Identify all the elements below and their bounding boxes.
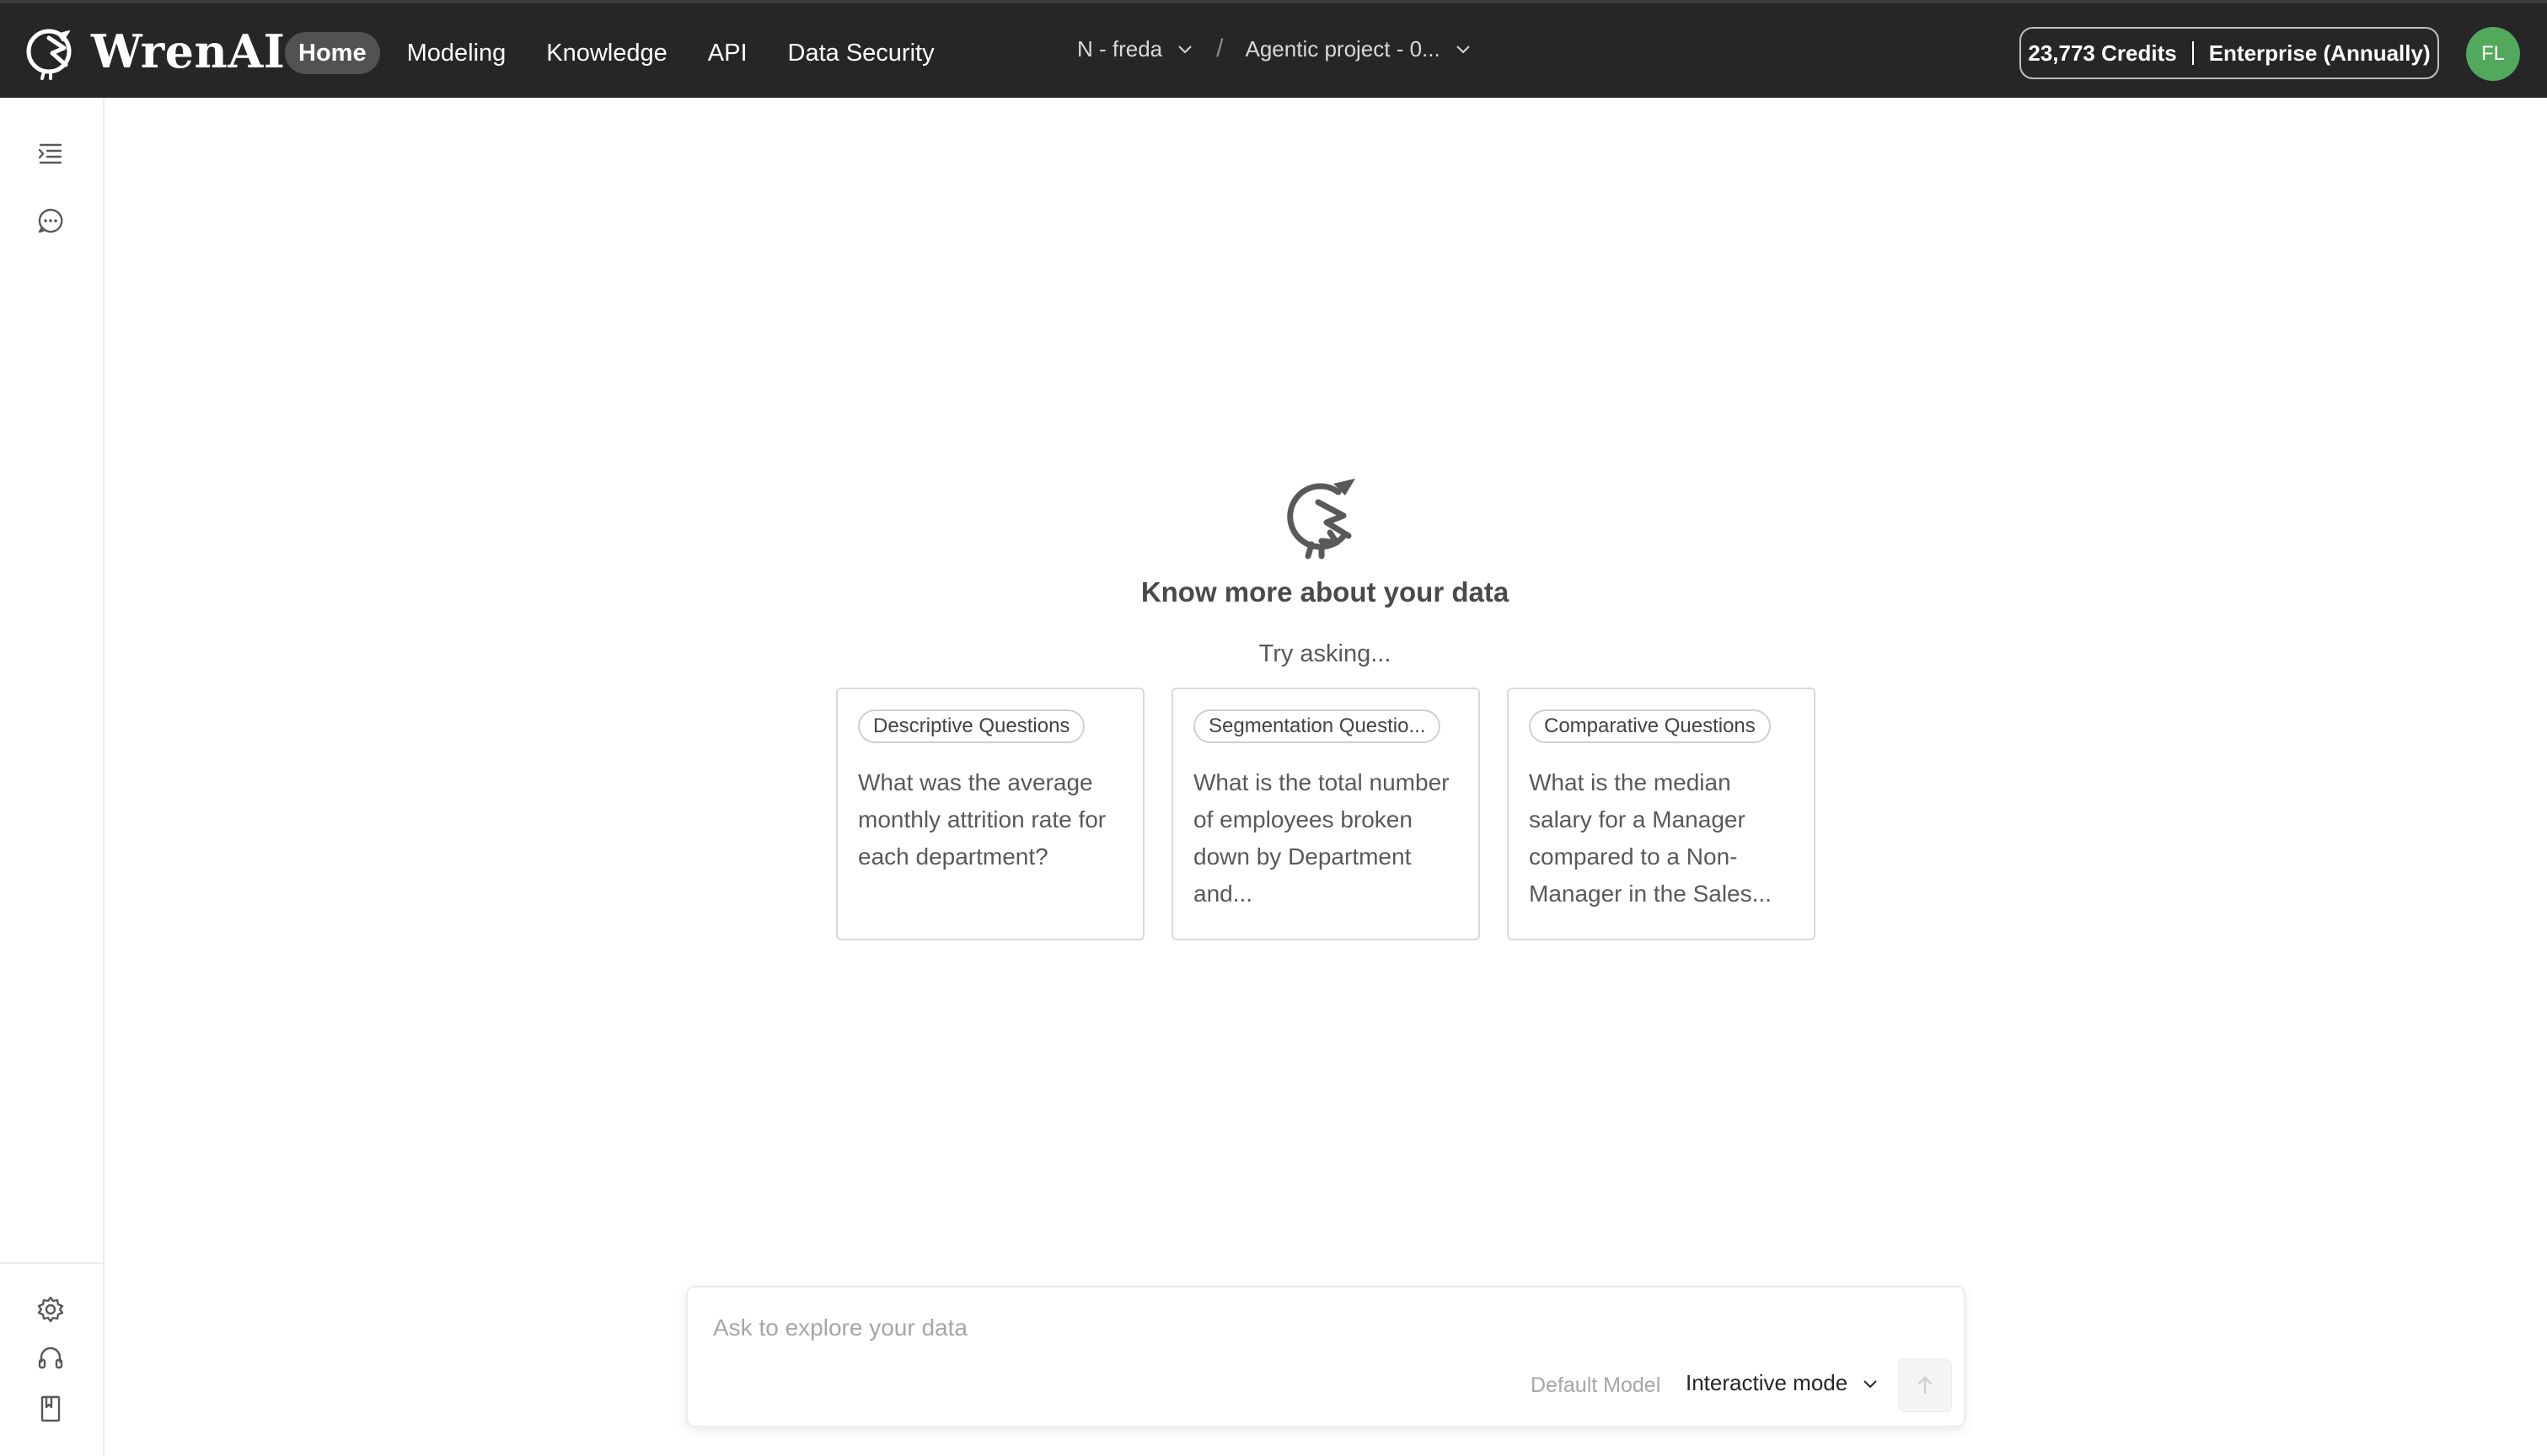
top-navbar: WrenAI Home Modeling Knowledge API Data … [0, 0, 2547, 98]
sidebar-divider [0, 1262, 103, 1264]
send-button[interactable] [1898, 1358, 1952, 1412]
chevron-down-icon [1178, 46, 1192, 54]
nav-home[interactable]: Home [285, 32, 380, 74]
brand-name: WrenAI [91, 24, 286, 78]
chevron-down-icon [1863, 1379, 1877, 1388]
user-avatar[interactable]: FL [2466, 27, 2520, 81]
wren-bird-icon [26, 29, 72, 80]
default-model-label[interactable]: Default Model [1531, 1373, 1660, 1398]
mode-selector[interactable]: Interactive mode [1686, 1370, 1879, 1396]
indent-list-icon[interactable] [35, 138, 66, 169]
left-sidebar [0, 98, 105, 1456]
breadcrumb: N - freda / Agentic project - 0... [1077, 35, 1472, 63]
credits-badge[interactable]: 23,773 Credits Enterprise (Annually) [2019, 27, 2439, 79]
suggestion-card-comparative[interactable]: Comparative Questions What is the median… [1507, 688, 1815, 940]
main-nav: Home Modeling Knowledge API Data Securit… [285, 32, 962, 74]
chat-bubble-icon[interactable] [35, 206, 66, 236]
empty-state-title: Know more about your data [1140, 576, 1509, 608]
arrow-up-icon [1917, 1376, 1933, 1394]
brand-logo[interactable]: WrenAI [24, 22, 285, 81]
workspace-selector[interactable]: N - freda [1077, 36, 1194, 62]
card-category-tag: Segmentation Questio... [1193, 709, 1441, 743]
card-question-text: What is the total number of employees br… [1193, 769, 1450, 907]
chevron-down-icon [1456, 46, 1470, 54]
card-question-text: What is the median salary for a Manager … [1529, 769, 1772, 907]
ask-panel: Default Model Interactive mode [686, 1286, 1965, 1427]
suggestion-card-segmentation[interactable]: Segmentation Questio... What is the tota… [1172, 688, 1480, 940]
card-question-text: What was the average monthly attrition r… [858, 769, 1107, 870]
ask-input[interactable] [713, 1309, 1893, 1346]
credits-divider [2191, 41, 2194, 65]
nav-api[interactable]: API [694, 32, 761, 74]
project-selector[interactable]: Agentic project - 0... [1246, 36, 1472, 62]
wren-bird-icon [1287, 479, 1355, 559]
suggestion-card-descriptive[interactable]: Descriptive Questions What was the avera… [836, 688, 1145, 940]
plan-label: Enterprise (Annually) [2208, 40, 2431, 66]
project-label: Agentic project - 0... [1245, 35, 1440, 62]
credits-count: 23,773 Credits [2028, 40, 2177, 66]
book-icon[interactable] [35, 1394, 66, 1424]
nav-knowledge[interactable]: Knowledge [533, 32, 681, 74]
workspace-label: N - freda [1077, 35, 1163, 62]
card-category-tag: Comparative Questions [1529, 709, 1771, 743]
card-category-tag: Descriptive Questions [858, 709, 1086, 743]
try-asking-label: Try asking... [1258, 640, 1391, 667]
nav-modeling[interactable]: Modeling [394, 32, 520, 74]
nav-data-security[interactable]: Data Security [775, 32, 948, 74]
gear-icon[interactable] [35, 1294, 66, 1325]
mode-label: Interactive mode [1686, 1370, 1848, 1395]
breadcrumb-separator: / [1216, 35, 1224, 62]
headset-icon[interactable] [35, 1343, 66, 1373]
